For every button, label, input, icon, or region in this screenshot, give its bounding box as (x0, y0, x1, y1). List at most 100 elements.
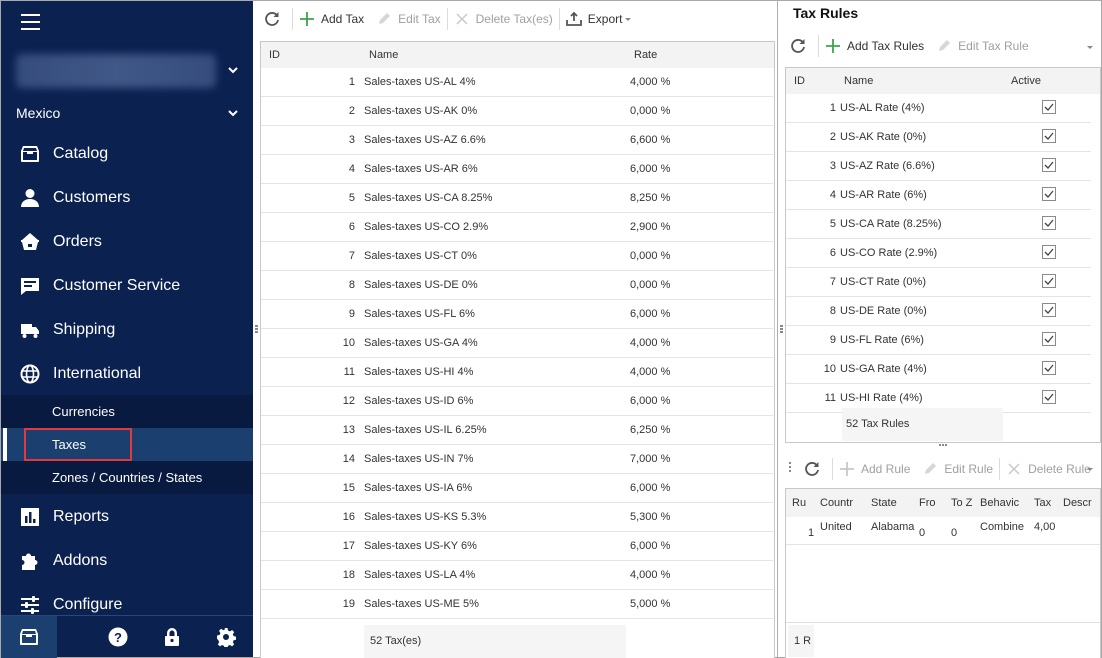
add-rule-button[interactable]: Add Rule (833, 455, 916, 483)
active-checkbox[interactable] (1042, 187, 1056, 201)
column-header[interactable]: Countr (820, 497, 853, 509)
active-checkbox[interactable] (1042, 332, 1056, 346)
table-row[interactable]: 1 US-AL Rate (4%) (786, 94, 1091, 123)
chevron-down-icon[interactable] (227, 63, 239, 75)
sidebar-item-shipping[interactable]: Shipping (1, 308, 253, 352)
active-checkbox[interactable] (1042, 303, 1056, 317)
sidebar-item-customers[interactable]: Customers (1, 176, 253, 220)
table-row[interactable]: 3 US-AZ Rate (6.6%) (786, 152, 1091, 181)
column-header-name[interactable]: Name (369, 49, 398, 61)
column-header-active[interactable]: Active (1011, 75, 1041, 87)
column-header[interactable]: Fro (919, 497, 936, 509)
cell: 1 (808, 527, 815, 539)
edit-tax-rule-button[interactable]: Edit Tax Rule (930, 32, 1034, 60)
cell-id: 6 (348, 221, 355, 233)
active-checkbox[interactable] (1042, 361, 1056, 375)
column-header-id[interactable]: ID (269, 49, 280, 61)
table-row[interactable]: 13 Sales-taxes US-IL 6.25% 6,250 % (261, 416, 773, 445)
table-row[interactable]: 5 Sales-taxes US-CA 8.25% 8,250 % (261, 184, 773, 213)
sidebar-subitem-currencies[interactable]: Currencies (1, 395, 253, 428)
sidebar-item-orders[interactable]: Orders (1, 220, 253, 264)
chevron-down-icon[interactable] (227, 106, 239, 118)
column-header[interactable]: Ru (792, 497, 806, 509)
refresh-button[interactable] (258, 5, 292, 33)
column-header[interactable]: Tax (1034, 497, 1051, 509)
pane-splitter[interactable] (780, 325, 783, 335)
taxes-pane: Add Tax Edit Tax Delete Tax(es) Export I… (258, 1, 779, 658)
column-header[interactable]: State (871, 497, 897, 509)
add-tax-rules-button[interactable]: Add Tax Rules (819, 32, 930, 60)
table-row[interactable]: 9 US-FL Rate (6%) (786, 326, 1091, 355)
table-row[interactable]: 2 US-AK Rate (0%) (786, 123, 1091, 152)
export-button[interactable]: Export (560, 5, 638, 33)
sidebar-item-label: Reports (53, 508, 110, 525)
table-row[interactable]: 18 Sales-taxes US-LA 4% 4,000 % (261, 561, 773, 590)
store-icon[interactable] (1, 616, 57, 658)
gear-icon[interactable] (211, 616, 241, 658)
delete-tax-button[interactable]: Delete Tax(es) (448, 5, 559, 33)
column-header-name[interactable]: Name (844, 75, 873, 87)
add-tax-button[interactable]: Add Tax (293, 5, 370, 33)
toolbar-grip[interactable] (789, 462, 792, 474)
store-selector[interactable]: Mexico (1, 100, 253, 126)
cell-rate: 5,000 % (630, 598, 671, 610)
table-row[interactable]: 14 Sales-taxes US-IN 7% 7,000 % (261, 445, 773, 474)
table-row[interactable]: 1 Sales-taxes US-AL 4% 4,000 % (261, 68, 773, 97)
table-row[interactable]: 6 Sales-taxes US-CO 2.9% 2,900 % (261, 213, 773, 242)
column-header-rate[interactable]: Rate (634, 49, 657, 61)
edit-tax-button[interactable]: Edit Tax (370, 5, 446, 33)
table-row[interactable]: 8 US-DE Rate (0%) (786, 297, 1091, 326)
column-header[interactable]: To Z (951, 497, 972, 509)
refresh-button[interactable] (784, 32, 818, 60)
toolbar-overflow-icon[interactable] (1087, 46, 1093, 49)
account-selector[interactable] (1, 51, 253, 88)
account-name-blurred (16, 54, 216, 88)
add-tax-label: Add Tax (321, 12, 365, 26)
table-row[interactable]: 4 US-AR Rate (6%) (786, 181, 1091, 210)
active-checkbox[interactable] (1042, 390, 1056, 404)
active-checkbox[interactable] (1042, 100, 1056, 114)
table-row[interactable]: 12 Sales-taxes US-ID 6% 6,000 % (261, 387, 773, 416)
help-icon[interactable]: ? (103, 616, 133, 658)
active-checkbox[interactable] (1042, 158, 1056, 172)
table-row[interactable]: 15 Sales-taxes US-IA 6% 6,000 % (261, 474, 773, 503)
table-row[interactable]: 7 US-CT Rate (0%) (786, 268, 1091, 297)
edit-rule-button[interactable]: Edit Rule (916, 455, 999, 483)
sidebar-item-international[interactable]: International (1, 352, 253, 396)
table-row[interactable]: 2 Sales-taxes US-AK 0% 0,000 % (261, 97, 773, 126)
toolbar-overflow-icon[interactable] (1087, 468, 1093, 471)
column-header-id[interactable]: ID (794, 75, 805, 87)
table-row[interactable]: 7 Sales-taxes US-CT 0% 0,000 % (261, 242, 773, 271)
sidebar-subitem-zones[interactable]: Zones / Countries / States (1, 461, 253, 494)
active-checkbox[interactable] (1042, 274, 1056, 288)
cell-name: Sales-taxes US-HI 4% (364, 366, 474, 378)
table-row[interactable]: 17 Sales-taxes US-KY 6% 6,000 % (261, 532, 773, 561)
table-row[interactable]: 9 Sales-taxes US-FL 6% 6,000 % (261, 300, 773, 329)
table-row[interactable]: 11 Sales-taxes US-HI 4% 4,000 % (261, 358, 773, 387)
refresh-button[interactable] (798, 455, 832, 483)
column-header[interactable]: Behavic (980, 497, 1019, 509)
sidebar-item-catalog[interactable]: Catalog (1, 132, 253, 176)
table-row[interactable]: 1 United Alabama 0 0 Combine 4,00 (786, 517, 1100, 545)
lock-icon[interactable] (157, 616, 187, 658)
table-row[interactable]: 8 Sales-taxes US-DE 0% 0,000 % (261, 271, 773, 300)
active-checkbox[interactable] (1042, 216, 1056, 230)
table-row[interactable]: 10 US-GA Rate (4%) (786, 355, 1091, 384)
menu-icon[interactable] (21, 14, 40, 30)
table-row[interactable]: 10 Sales-taxes US-GA 4% 4,000 % (261, 329, 773, 358)
sidebar-item-reports[interactable]: Reports (1, 495, 253, 539)
sidebar-item-customer-service[interactable]: Customer Service (1, 264, 253, 308)
table-row[interactable]: 6 US-CO Rate (2.9%) (786, 239, 1091, 268)
table-row[interactable]: 16 Sales-taxes US-KS 5.3% 5,300 % (261, 503, 773, 532)
close-icon (1008, 463, 1020, 475)
table-row[interactable]: 5 US-CA Rate (8.25%) (786, 210, 1091, 239)
active-checkbox[interactable] (1042, 129, 1056, 143)
pane-splitter[interactable] (939, 444, 947, 447)
active-checkbox[interactable] (1042, 245, 1056, 259)
column-header[interactable]: Descr (1063, 497, 1092, 509)
sidebar-item-addons[interactable]: Addons (1, 539, 253, 583)
delete-rule-button[interactable]: Delete Rule (1000, 455, 1097, 483)
table-row[interactable]: 19 Sales-taxes US-ME 5% 5,000 % (261, 590, 773, 619)
table-row[interactable]: 3 Sales-taxes US-AZ 6.6% 6,600 % (261, 126, 773, 155)
table-row[interactable]: 4 Sales-taxes US-AR 6% 6,000 % (261, 155, 773, 184)
